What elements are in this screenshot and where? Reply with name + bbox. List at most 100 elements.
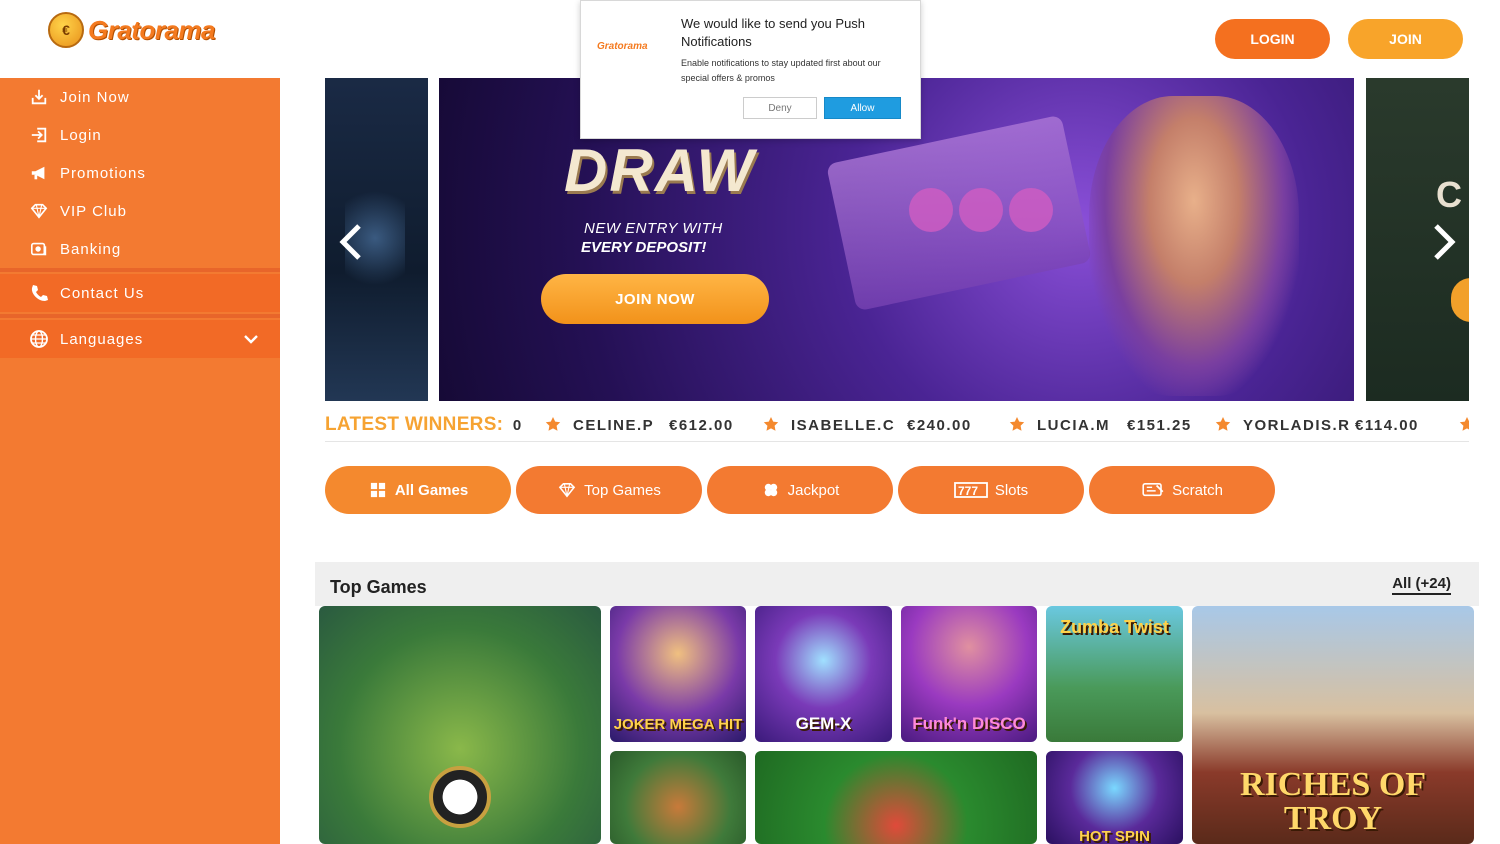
sidebar-item-join-now[interactable]: Join Now [0,78,280,116]
view-all-link[interactable]: All (+24) [1392,575,1451,595]
banner-title: DRAW [564,137,756,204]
sidebar-item-login[interactable]: Login [0,116,280,154]
game-title: JOKER MEGA HIT [613,716,743,733]
gratorama-logo[interactable]: € Gratorama [48,12,216,48]
star-icon [1009,417,1025,431]
sidebar-item-label: Languages [60,330,144,348]
clover-art [909,188,953,232]
game-tile[interactable]: Funk'n DISCO [901,606,1037,742]
chevron-down-icon [244,335,258,344]
winner-amount: €612.00 [669,417,734,434]
push-logo: Gratorama [597,41,648,52]
sidebar-item-banking[interactable]: Banking [0,230,280,268]
slide-peek-button [1451,278,1469,322]
latest-winners-ticker: 00 CELINE.P €612.00 ISABELLE.C €240.00 L… [325,412,1469,442]
globe-icon [29,329,49,349]
game-title: RICHES OF TROY [1239,766,1427,837]
sidebar: Join Now Login Promotions VIP Club Banki… [0,78,280,844]
game-tile[interactable] [755,751,1037,844]
diamond-icon [557,481,577,499]
push-title: We would like to send you Push Notificat… [681,16,866,49]
logo-text: Gratorama [88,14,216,45]
category-all-games[interactable]: All Games [325,466,511,514]
star-icon [1459,417,1469,431]
game-tile[interactable] [610,751,746,844]
latest-winners-label: LATEST WINNERS: [325,414,504,435]
sidebar-divider [0,268,280,272]
category-scratch[interactable]: Scratch [1089,466,1275,514]
phone-icon [29,283,49,303]
game-tile[interactable]: RICHES OF TROY [1192,606,1474,844]
game-title: Funk'n DISCO [912,714,1026,733]
sidebar-item-label: VIP Club [60,202,127,220]
diamond-icon [29,201,49,221]
sidebar-item-label: Promotions [60,164,146,182]
carousel-prev-arrow[interactable] [337,222,367,262]
money-icon [29,239,49,259]
sidebar-item-label: Banking [60,240,122,258]
svg-text:777: 777 [958,484,978,498]
login-icon [29,125,49,145]
clover-art [1009,188,1053,232]
winner-name: YORLADIS.R [1243,417,1351,434]
winner-name: LUCIA.M [1037,417,1110,434]
game-tile[interactable]: GEM-X [755,606,892,742]
sidebar-item-label: Join Now [60,88,130,106]
game-title: Zumba Twist [1060,617,1169,637]
push-body: Enable notifications to stay updated fir… [681,58,881,83]
game-title: HOT SPIN [1079,828,1150,844]
game-tile[interactable]: Zumba Twist [1046,606,1183,742]
heroine-art [1089,96,1299,396]
grid-icon [368,481,388,499]
section-title: Top Games [330,577,427,597]
winner-amount: €240.00 [907,417,972,434]
carousel-next-arrow[interactable] [1428,222,1458,262]
coin-logo-icon: € [48,12,84,48]
join-button[interactable]: JOIN [1348,19,1463,59]
push-notification-prompt: Gratorama We would like to send you Push… [580,0,921,139]
chevron-right-icon [1434,224,1456,260]
star-icon [763,417,779,431]
category-label: All Games [394,481,469,499]
winner-amount: €151.25 [1127,417,1192,434]
category-slots[interactable]: 777 Slots [898,466,1084,514]
star-icon [1215,417,1231,431]
languages-dropdown[interactable]: Languages [0,320,280,358]
winner-name: CELINE.P [573,417,655,434]
game-tile[interactable] [319,606,601,844]
slide-peek-text: C [1436,174,1462,215]
sidebar-item-contact-us[interactable]: Contact Us [0,274,280,312]
scratch-icon [1141,481,1165,499]
chevron-left-icon [339,224,361,260]
winner-name: ISABELLE.C [791,417,896,434]
allow-button[interactable]: Allow [824,97,901,119]
banner-subtitle-bold: EVERY DEPOSIT! [581,239,707,256]
clover-art [959,188,1003,232]
yin-yang-art [429,766,491,828]
sidebar-item-promotions[interactable]: Promotions [0,154,280,192]
top-games-header: Top Games All (+24) [315,562,1479,606]
winner-amount: €114.00 [1355,417,1419,434]
game-tile[interactable]: HOT SPIN [1046,751,1183,844]
megaphone-icon [29,163,49,183]
sidebar-item-vip-club[interactable]: VIP Club [0,192,280,230]
join-icon [29,87,49,107]
category-label: Scratch [1172,481,1223,499]
game-title: GEM-X [795,714,852,733]
sidebar-item-label: Login [60,126,102,144]
star-icon [545,417,561,431]
category-jackpot[interactable]: Jackpot [707,466,893,514]
category-top-games[interactable]: Top Games [516,466,702,514]
banner-subtitle: NEW ENTRY WITH [584,220,723,237]
category-label: Top Games [584,481,661,499]
deny-button[interactable]: Deny [743,97,817,119]
banner-join-now-button[interactable]: JOIN NOW [541,274,769,324]
game-tile[interactable]: JOKER MEGA HIT [610,606,746,742]
sidebar-item-label: Contact Us [60,284,145,302]
login-button[interactable]: LOGIN [1215,19,1330,59]
clover-icon [761,481,781,499]
777-icon: 777 [953,481,988,499]
category-label: Jackpot [787,481,840,499]
sidebar-divider [0,314,280,318]
category-label: Slots [994,481,1029,499]
